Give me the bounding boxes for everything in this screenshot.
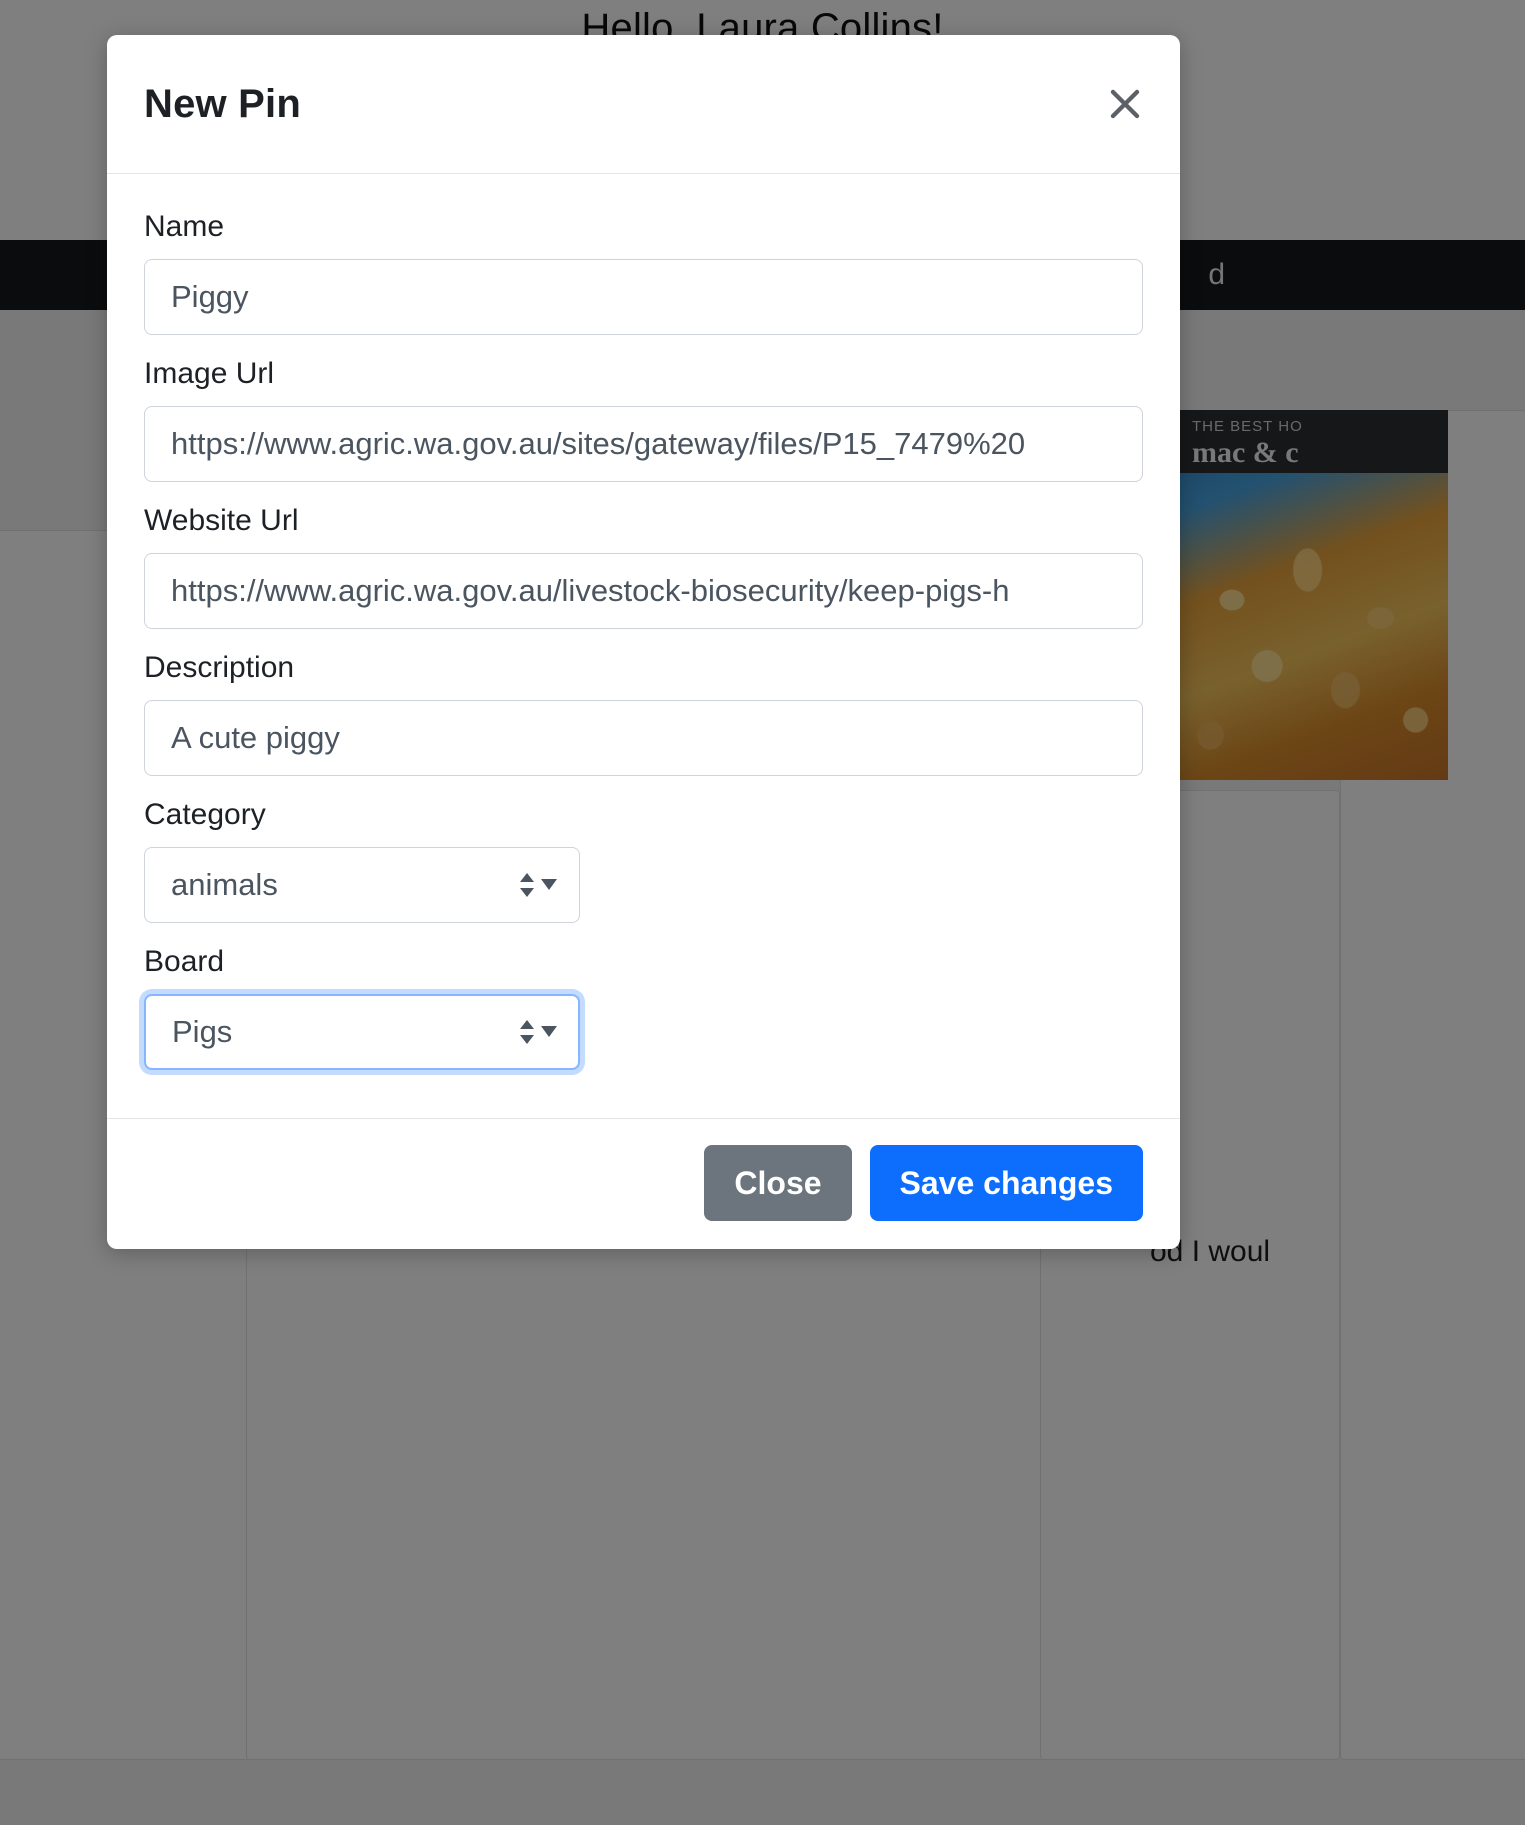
description-input[interactable]: A cute piggy (144, 700, 1143, 776)
category-select-wrapper: animals (144, 847, 580, 923)
field-description-label: Description (144, 651, 295, 684)
modal-title: New Pin (144, 81, 301, 126)
name-input[interactable]: Piggy (144, 259, 1143, 335)
field-board: Board Pigs (144, 945, 1143, 1070)
new-pin-modal: New Pin Name Piggy Image Url https://www… (107, 35, 1180, 1249)
modal-header: New Pin (107, 35, 1180, 174)
close-button[interactable]: Close (704, 1145, 852, 1221)
field-description: Description A cute piggy (144, 651, 1143, 776)
close-icon-button[interactable] (1100, 79, 1150, 129)
field-website-url: Website Url https://www.agric.wa.gov.au/… (144, 504, 1143, 629)
field-website-url-label: Website Url (144, 504, 299, 537)
website-url-input[interactable]: https://www.agric.wa.gov.au/livestock-bi… (144, 553, 1143, 629)
modal-footer: Close Save changes (107, 1118, 1180, 1249)
modal-body: Name Piggy Image Url https://www.agric.w… (107, 174, 1180, 1118)
field-image-url-label: Image Url (144, 357, 275, 390)
board-select[interactable]: Pigs (144, 994, 580, 1070)
field-category-label: Category (144, 798, 266, 831)
image-url-input[interactable]: https://www.agric.wa.gov.au/sites/gatewa… (144, 406, 1143, 482)
close-icon (1108, 87, 1142, 121)
field-image-url: Image Url https://www.agric.wa.gov.au/si… (144, 357, 1143, 482)
board-select-wrapper: Pigs (144, 994, 580, 1070)
category-select[interactable]: animals (144, 847, 580, 923)
field-name: Name Piggy (144, 210, 1143, 335)
save-changes-button[interactable]: Save changes (869, 1145, 1143, 1221)
field-category: Category animals (144, 798, 1143, 923)
field-name-label: Name (144, 210, 225, 243)
field-board-label: Board (144, 945, 225, 978)
